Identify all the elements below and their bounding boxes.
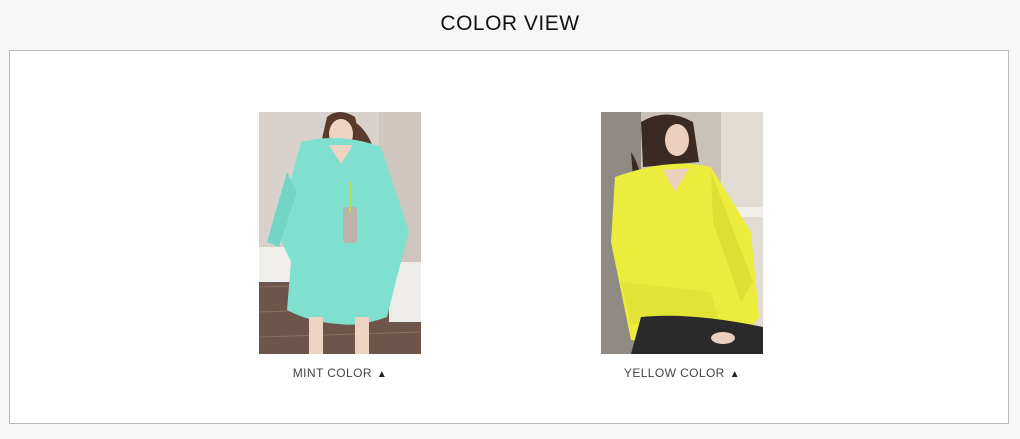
color-swatch-mint[interactable]: MINT COLOR ▲ [259, 112, 421, 380]
swatch-caption[interactable]: MINT COLOR ▲ [259, 366, 421, 380]
swatch-label: MINT COLOR [292, 366, 372, 380]
yellow-sweater-photo [601, 112, 763, 354]
triangle-up-icon: ▲ [729, 369, 741, 380]
swatch-caption[interactable]: YELLOW COLOR ▲ [601, 366, 763, 380]
color-view-page: COLOR VIEW MINT COLOR ▲ YELLOW COLOR ▲ [0, 0, 1020, 439]
color-swatch-yellow[interactable]: YELLOW COLOR ▲ [601, 112, 763, 380]
section-title: COLOR VIEW [440, 12, 580, 35]
triangle-up-icon: ▲ [376, 369, 388, 380]
swatch-label: YELLOW COLOR [623, 366, 725, 380]
mint-sweater-photo [259, 112, 421, 354]
color-view-panel: MINT COLOR ▲ YELLOW COLOR ▲ [9, 50, 1009, 424]
